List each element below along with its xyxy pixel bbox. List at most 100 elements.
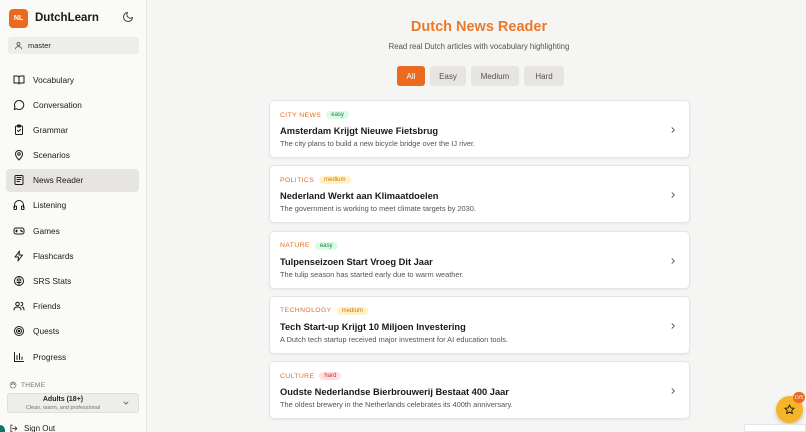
app-name: DutchLearn (35, 12, 99, 24)
user-name: master (28, 41, 51, 50)
newspaper-icon (14, 175, 24, 186)
sidebar-item-listening[interactable]: Listening (6, 194, 139, 217)
level-badge: LV5 (793, 392, 805, 403)
target-icon (14, 326, 24, 337)
sidebar-item-scenarios[interactable]: Scenarios (6, 144, 139, 167)
theme-select[interactable]: Adults (18+) Clean, warm, and profession… (7, 393, 139, 413)
theme-value: Adults (18+) (42, 396, 84, 403)
headphones-icon (13, 200, 25, 211)
sidebar-item-conversation[interactable]: Conversation (6, 93, 139, 116)
palette-icon (9, 381, 17, 389)
chevron-right-icon (671, 127, 675, 133)
user-icon (15, 42, 22, 50)
sidebar-item-grammar[interactable]: Grammar (6, 118, 139, 141)
difficulty-badge: hard (319, 372, 342, 381)
article-card[interactable]: POLITICS medium Nederland Werkt aan Klim… (269, 165, 690, 224)
chevron-right-icon (671, 388, 675, 394)
sidebar-item-label: News Reader (33, 175, 84, 186)
article-card[interactable]: NATURE easy Tulpenseizoen Start Vroeg Di… (269, 230, 690, 289)
brand[interactable]: NL DutchLearn (9, 8, 99, 28)
page-subtitle: Read real Dutch articles with vocabulary… (388, 42, 570, 51)
chevron-right-icon (671, 323, 675, 329)
article-title: Nederland Werkt aan Klimaatdoelen (280, 191, 439, 202)
article-card[interactable]: TECHNOLOGY medium Tech Start-up Krijgt 1… (269, 295, 690, 354)
article-meta: CITY NEWS easy (280, 111, 349, 119)
lightning-icon (14, 250, 23, 262)
article-card[interactable]: CULTURE hard Oudste Nederlandse Bierbrou… (269, 361, 690, 420)
sidebar-item-games[interactable]: Games (6, 219, 139, 242)
article-category: TECHNOLOGY (280, 307, 332, 315)
star-icon (784, 404, 795, 415)
article-description: The tulip season has started early due t… (280, 269, 464, 279)
sidebar-item-label: Games (33, 225, 60, 236)
sidebar-item-friends[interactable]: Friends (6, 295, 139, 318)
theme-title: THEME (21, 381, 46, 389)
sidebar-item-label: SRS Stats (33, 276, 72, 286)
bar-chart-icon (14, 351, 24, 362)
app-logo: NL (9, 8, 28, 28)
chevron-right-icon (671, 257, 675, 264)
article-category: CITY NEWS (280, 111, 322, 119)
sidebar-item-label: Conversation (33, 99, 82, 110)
gamepad-icon (13, 227, 25, 235)
difficulty-badge: medium (319, 176, 351, 185)
sidebar-item-quests[interactable]: Quests (6, 320, 139, 343)
sidebar-item-label: Quests (33, 326, 60, 337)
article-title: Tech Start-up Krijgt 10 Miljoen Invester… (280, 321, 466, 332)
article-title: Oudste Nederlandse Bierbrouwerij Bestaat… (280, 387, 509, 398)
sidebar-item-label: Flashcards (33, 250, 74, 261)
article-description: The government is working to meet climat… (280, 204, 476, 214)
users-icon (13, 301, 25, 311)
sidebar-item-label: Vocabulary (33, 74, 75, 85)
sign-out-button[interactable]: Sign Out (9, 424, 55, 432)
sidebar-item-label: Progress (33, 351, 67, 362)
sidebar-item-label: Scenarios (33, 150, 70, 161)
article-meta: TECHNOLOGY medium (280, 306, 368, 315)
article-meta: POLITICS medium (280, 176, 351, 185)
article-category: CULTURE (280, 372, 315, 380)
article-title: Amsterdam Krijgt Nieuwe Fietsbrug (280, 126, 439, 136)
sidebar-item-progress[interactable]: Progress (6, 345, 139, 368)
article-meta: NATURE easy (280, 241, 338, 250)
filter-all-button[interactable]: All (397, 66, 425, 86)
article-meta: CULTURE hard (280, 372, 342, 381)
logout-icon (10, 424, 18, 432)
theme-section: THEME (9, 381, 45, 389)
filter-medium-button[interactable]: Medium (471, 66, 519, 86)
sidebar-nav: Vocabulary Conversation Grammar Scenario… (6, 68, 139, 370)
main-content: Dutch News Reader Read real Dutch articl… (148, 0, 806, 432)
sidebar-item-vocabulary[interactable]: Vocabulary (6, 68, 139, 91)
filter-hard-button[interactable]: Hard (524, 66, 564, 86)
sidebar-item-news-reader[interactable]: News Reader (6, 168, 139, 192)
brain-icon (14, 276, 24, 286)
chevron-down-icon (123, 401, 129, 405)
sidebar-item-label: Grammar (33, 124, 69, 135)
article-category: POLITICS (280, 176, 315, 184)
article-description: A Dutch tech startup received major inve… (280, 334, 508, 344)
filter-easy-button[interactable]: Easy (430, 66, 466, 86)
article-description: The oldest brewery in the Netherlands ce… (280, 400, 513, 410)
article-description: The city plans to build a new bicycle br… (280, 139, 476, 148)
sidebar-item-srs-stats[interactable]: SRS Stats (6, 270, 139, 293)
difficulty-filters: All Easy Medium Hard (397, 66, 569, 86)
map-pin-icon (15, 150, 23, 161)
book-icon (13, 75, 25, 84)
chevron-right-icon (671, 192, 675, 199)
sidebar-item-label: Friends (33, 301, 61, 312)
article-card[interactable]: CITY NEWS easy Amsterdam Krijgt Nieuwe F… (269, 100, 690, 158)
article-list: CITY NEWS easy Amsterdam Krijgt Nieuwe F… (269, 100, 690, 426)
theme-description: Clean, warm, and professional (25, 405, 101, 411)
article-title: Tulpenseizoen Start Vroeg Dit Jaar (280, 256, 433, 267)
moon-icon[interactable] (122, 11, 134, 23)
preview-thumbnail (744, 424, 806, 432)
user-box[interactable]: master (8, 37, 139, 54)
sidebar: NL DutchLearn master Vocabulary Conversa… (0, 0, 147, 432)
difficulty-badge: medium (336, 306, 368, 315)
article-category: NATURE (280, 242, 310, 250)
page-title: Dutch News Reader (410, 19, 548, 35)
clipboard-check-icon (15, 124, 23, 135)
difficulty-badge: easy (314, 241, 338, 250)
sidebar-item-label: Listening (33, 200, 67, 211)
chat-bubble-icon (13, 99, 25, 110)
sidebar-item-flashcards[interactable]: Flashcards (6, 244, 139, 267)
